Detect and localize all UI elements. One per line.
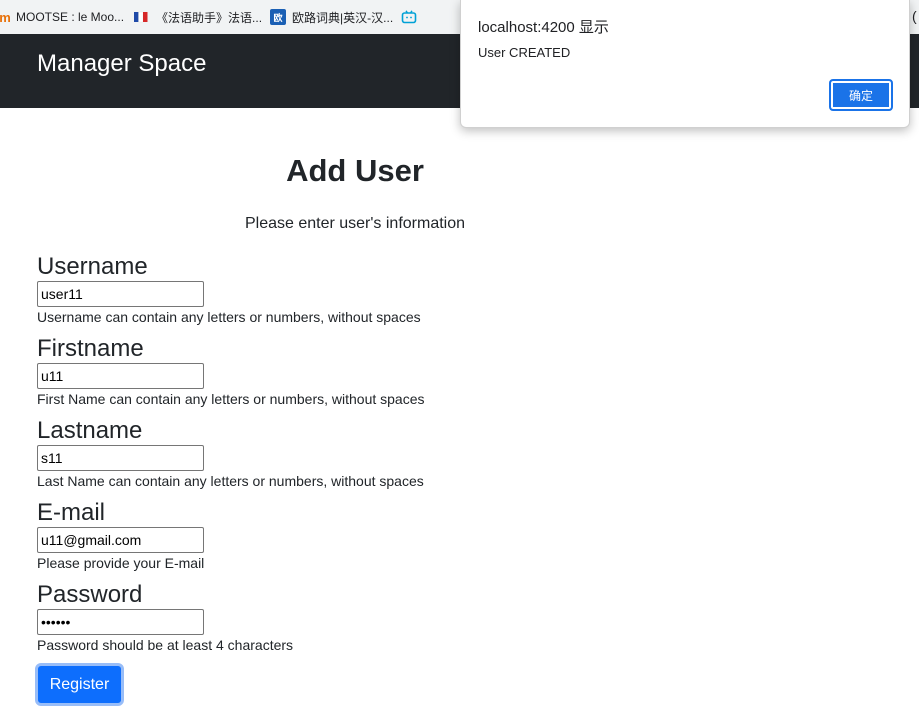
password-group: Password Password should be at least 4 c… xyxy=(37,581,537,653)
dialog-title: localhost:4200 显示 xyxy=(478,19,609,36)
firstname-input[interactable] xyxy=(37,363,204,389)
password-help: Password should be at least 4 characters xyxy=(37,637,294,653)
page-title: Add User xyxy=(286,153,424,188)
menu-edge-glyph: ( xyxy=(912,8,917,24)
email-group: E-mail Please provide your E-mail xyxy=(37,499,537,571)
register-button[interactable]: Register xyxy=(35,663,124,706)
bookmark-label: 欧路词典|英汉-汉... xyxy=(292,10,394,25)
firstname-group: Firstname First Name can contain any let… xyxy=(37,335,537,407)
email-input[interactable] xyxy=(37,527,204,553)
eudic-icon: 欧 xyxy=(270,9,287,25)
bookmark-mootse[interactable]: m MOOTSE : le Moo... xyxy=(0,0,132,34)
french-flag-icon xyxy=(132,9,150,25)
mootse-icon: m xyxy=(0,9,11,25)
lastname-label: Lastname xyxy=(37,417,143,444)
alert-dialog: localhost:4200 显示 User CREATED 确定 xyxy=(460,0,910,128)
password-input[interactable] xyxy=(37,609,204,635)
username-label: Username xyxy=(37,253,148,280)
bookmark-eudic[interactable]: 欧 欧路词典|英汉-汉... xyxy=(270,0,401,34)
lastname-input[interactable] xyxy=(37,445,204,471)
firstname-label: Firstname xyxy=(37,335,144,362)
bookmark-bilibili[interactable] xyxy=(401,0,431,34)
lastname-help: Last Name can contain any letters or num… xyxy=(37,473,424,489)
bookmark-fayu-zhushou[interactable]: 《法语助手》法语... xyxy=(132,0,270,34)
dialog-ok-button[interactable]: 确定 xyxy=(829,79,893,111)
page-subtitle: Please enter user's information xyxy=(244,215,466,232)
bilibili-icon xyxy=(401,9,417,25)
dialog-message: User CREATED xyxy=(478,45,571,60)
navbar-brand[interactable]: Manager Space xyxy=(37,50,206,78)
email-help: Please provide your E-mail xyxy=(37,555,205,571)
lastname-group: Lastname Last Name can contain any lette… xyxy=(37,417,537,489)
username-group: Username Username can contain any letter… xyxy=(37,253,537,325)
password-label: Password xyxy=(37,581,143,608)
username-help: Username can contain any letters or numb… xyxy=(37,309,421,325)
bookmark-label: MOOTSE : le Moo... xyxy=(16,10,125,24)
firstname-help: First Name can contain any letters or nu… xyxy=(37,391,425,407)
email-label: E-mail xyxy=(37,499,106,526)
username-input[interactable] xyxy=(37,281,204,307)
bookmark-label: 《法语助手》法语... xyxy=(156,10,263,25)
